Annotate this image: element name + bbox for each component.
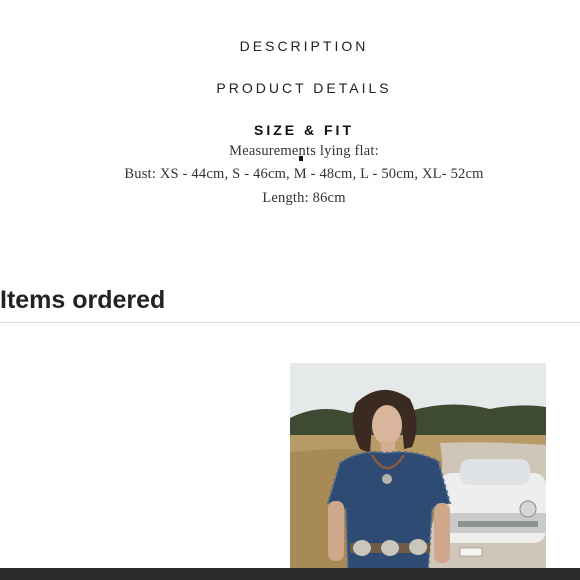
text-cursor: [299, 156, 303, 161]
product-image[interactable]: [290, 363, 546, 573]
bottom-bar: [0, 568, 580, 580]
length-measurement: Length: 86cm: [262, 190, 346, 206]
measurements-label: Measurements lying flat:: [229, 143, 379, 159]
tab-product-details[interactable]: PRODUCT DETAILS: [0, 80, 580, 96]
tab-description[interactable]: DESCRIPTION: [0, 38, 580, 54]
items-ordered-heading: Items ordered: [0, 286, 166, 314]
bust-measurements: Bust: XS - 44cm, S - 46cm, M - 48cm, L -…: [124, 166, 484, 182]
tab-size-fit[interactable]: SIZE & FIT: [0, 122, 580, 138]
section-divider: [0, 322, 580, 323]
product-photo-illustration: [290, 363, 546, 573]
